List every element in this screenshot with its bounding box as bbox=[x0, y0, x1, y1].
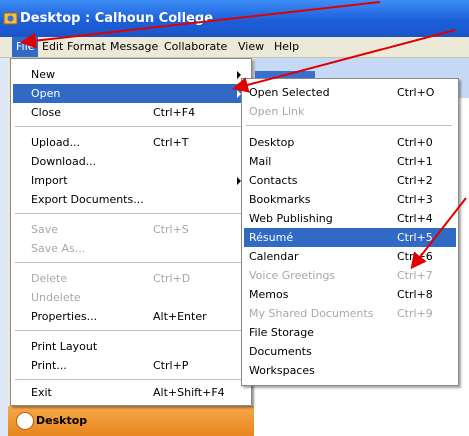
menu-separator bbox=[246, 125, 452, 126]
submenu-item-open-link: Open Link bbox=[249, 105, 305, 118]
submenu-item-file-storage[interactable]: File Storage bbox=[244, 323, 456, 342]
menu-item-close[interactable]: Close Ctrl+F4 bbox=[13, 103, 249, 122]
menu-item-undelete: Undelete bbox=[31, 291, 81, 304]
submenu-item-resume[interactable]: Résumé Ctrl+5 bbox=[244, 228, 456, 247]
menu-item-exit[interactable]: Exit Alt+Shift+F4 bbox=[13, 383, 249, 402]
menu-item-open[interactable]: Open bbox=[13, 84, 249, 103]
app-icon bbox=[3, 12, 18, 25]
submenu-item-mail[interactable]: Mail Ctrl+1 bbox=[244, 152, 456, 171]
menu-collaborate[interactable]: Collaborate bbox=[160, 37, 231, 57]
submenu-item-desktop[interactable]: Desktop Ctrl+0 bbox=[244, 133, 456, 152]
menu-item-delete: Delete Ctrl+D bbox=[31, 272, 191, 285]
menu-separator bbox=[15, 126, 245, 127]
desktop-label: Desktop bbox=[36, 414, 88, 427]
title-bar: Desktop : Calhoun College bbox=[0, 0, 469, 37]
menu-item-import[interactable]: Import bbox=[13, 171, 249, 190]
menu-item-properties[interactable]: Properties... Alt+Enter bbox=[13, 307, 249, 326]
submenu-item-open-selected[interactable]: Open Selected Ctrl+O bbox=[244, 83, 456, 102]
submenu-item-voice-greetings: Voice Greetings Ctrl+7 bbox=[249, 269, 433, 282]
menu-separator bbox=[15, 262, 245, 263]
file-menu: New Open Close Ctrl+F4 Upload... Ctrl+T … bbox=[10, 58, 252, 406]
menu-item-export-documents[interactable]: Export Documents... bbox=[13, 190, 249, 209]
open-submenu: Open Selected Ctrl+O Open Link Desktop C… bbox=[241, 78, 459, 386]
submenu-item-documents[interactable]: Documents bbox=[244, 342, 456, 361]
menu-help[interactable]: Help bbox=[270, 37, 303, 57]
submenu-item-my-shared-documents: My Shared Documents Ctrl+9 bbox=[249, 307, 433, 320]
submenu-item-workspaces[interactable]: Workspaces bbox=[244, 361, 456, 380]
menu-separator bbox=[15, 330, 245, 331]
menu-item-new[interactable]: New bbox=[13, 65, 249, 84]
menu-item-download[interactable]: Download... bbox=[13, 152, 249, 171]
menu-item-print-layout[interactable]: Print Layout bbox=[13, 337, 249, 356]
menu-separator bbox=[15, 213, 245, 214]
submenu-item-calendar[interactable]: Calendar Ctrl+6 bbox=[244, 247, 456, 266]
menu-file[interactable]: File bbox=[12, 37, 39, 57]
menu-view[interactable]: View bbox=[234, 37, 268, 57]
desktop-icon bbox=[16, 412, 34, 430]
menu-item-save: Save Ctrl+S bbox=[31, 223, 189, 236]
menu-item-print[interactable]: Print... Ctrl+P bbox=[13, 356, 249, 375]
submenu-item-bookmarks[interactable]: Bookmarks Ctrl+3 bbox=[244, 190, 456, 209]
menu-message[interactable]: Message bbox=[106, 37, 162, 57]
desktop-bar[interactable]: Desktop bbox=[8, 406, 254, 436]
menu-format[interactable]: Format bbox=[63, 37, 110, 57]
menu-bar: File Edit Format Message Collaborate Vie… bbox=[0, 37, 469, 58]
window-title: Desktop : Calhoun College bbox=[20, 11, 214, 26]
submenu-item-web-publishing[interactable]: Web Publishing Ctrl+4 bbox=[244, 209, 456, 228]
submenu-item-memos[interactable]: Memos Ctrl+8 bbox=[244, 285, 456, 304]
menu-item-save-as: Save As... bbox=[31, 242, 86, 255]
menu-separator bbox=[15, 379, 245, 380]
submenu-item-contacts[interactable]: Contacts Ctrl+2 bbox=[244, 171, 456, 190]
menu-item-upload[interactable]: Upload... Ctrl+T bbox=[13, 133, 249, 152]
